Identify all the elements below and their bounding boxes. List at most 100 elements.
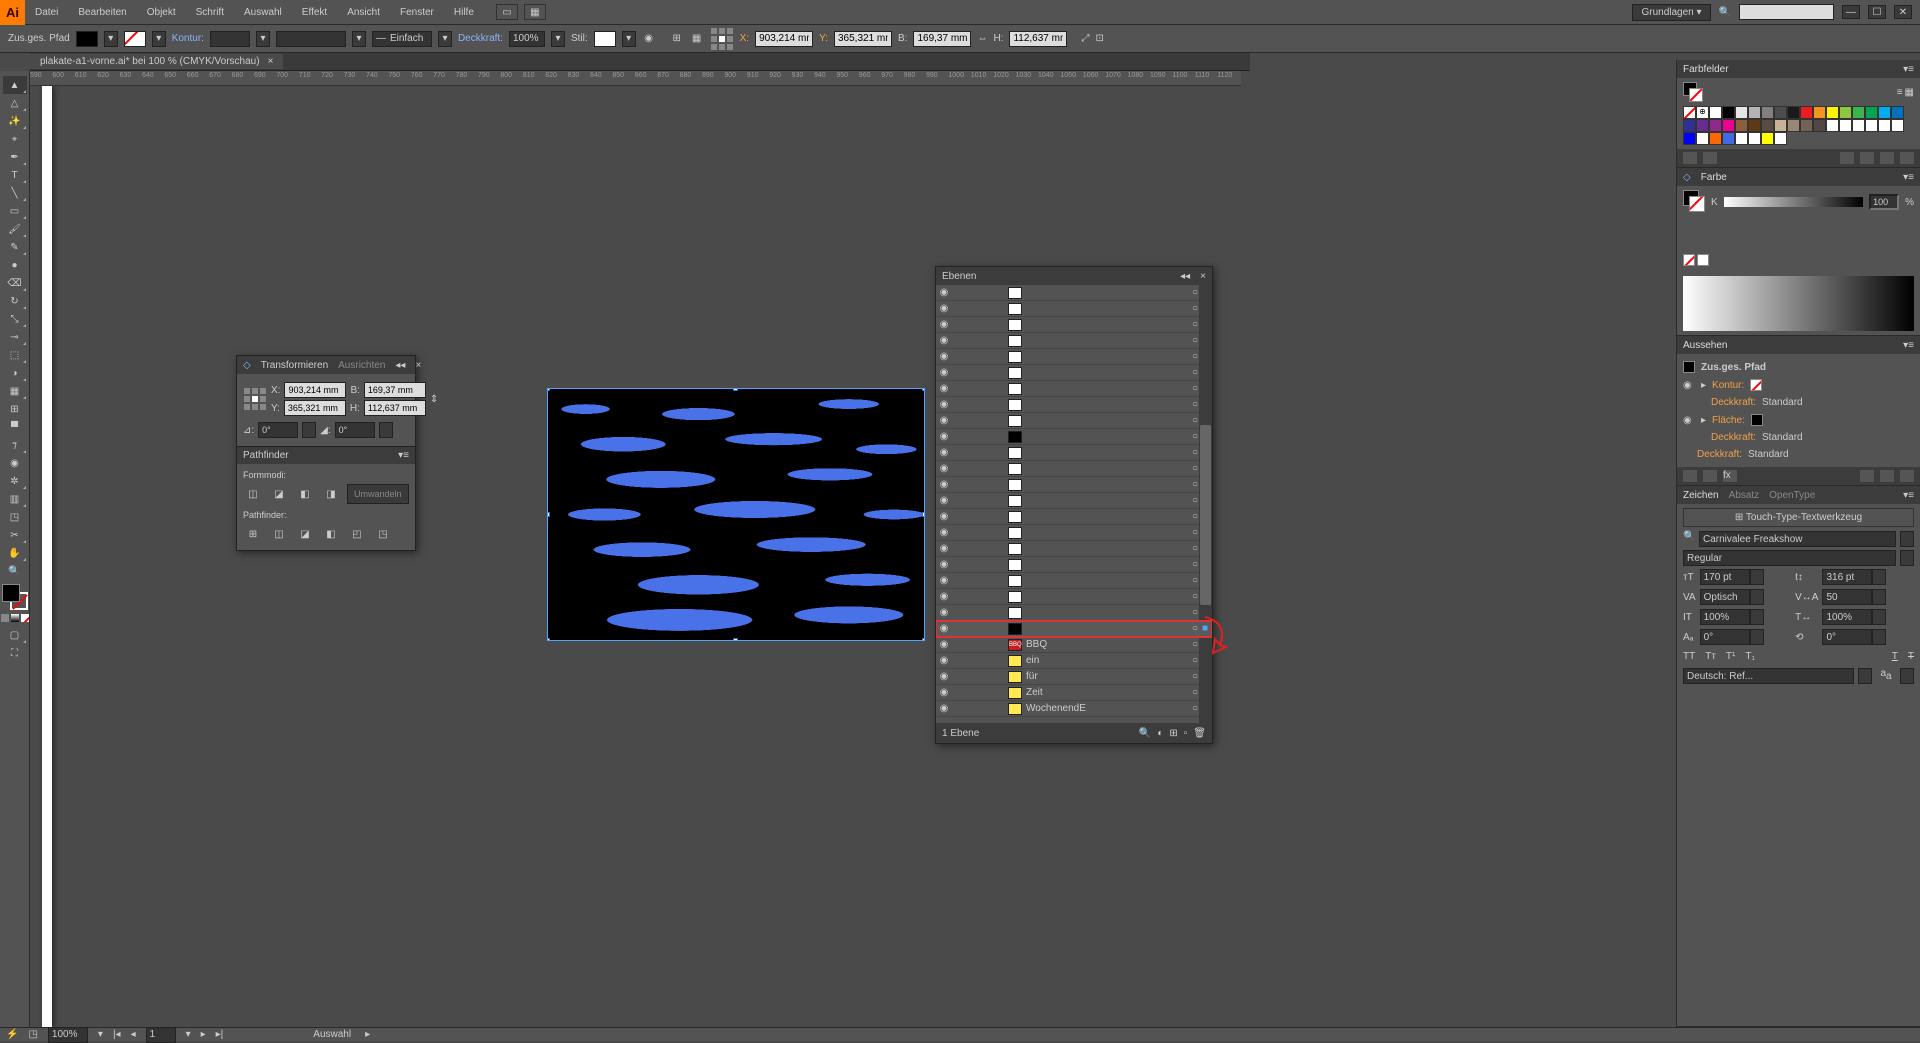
style-dd[interactable]	[1900, 550, 1914, 566]
visibility-icon[interactable]: ◉	[936, 655, 952, 666]
paintbrush-tool[interactable]: 🖌	[3, 220, 27, 238]
reference-point-panel[interactable]	[243, 387, 267, 411]
perspective-grid-tool[interactable]: ▦	[3, 382, 27, 400]
opacity-input[interactable]	[509, 31, 545, 47]
reference-point[interactable]	[710, 27, 734, 51]
panel-collapse-icon[interactable]: ◂◂	[1180, 271, 1190, 282]
angle-dd[interactable]	[302, 422, 316, 438]
swatch[interactable]	[1774, 132, 1787, 145]
layer-row[interactable]: ◉BBQBBQ○	[936, 637, 1212, 653]
new-fill-icon[interactable]	[1703, 470, 1717, 482]
panel-menu-icon[interactable]: ▾≡	[1903, 490, 1914, 501]
tracking-input[interactable]	[1822, 589, 1872, 605]
k-input[interactable]	[1869, 194, 1899, 210]
tab-appearance[interactable]: Aussehen	[1683, 340, 1727, 351]
artboard-tool[interactable]: ◳	[3, 508, 27, 526]
swatch[interactable]	[1826, 106, 1839, 119]
swatch[interactable]	[1774, 106, 1787, 119]
panel-menu-icon[interactable]: ▾≡	[1903, 340, 1914, 351]
delete-item-icon[interactable]	[1900, 470, 1914, 482]
none-color-icon[interactable]	[1683, 254, 1695, 266]
rectangle-tool[interactable]: ▭	[3, 202, 27, 220]
tab-layers[interactable]: Ebenen	[942, 271, 976, 282]
layer-row[interactable]: ◉○	[936, 397, 1212, 413]
screen-mode-icon[interactable]: ⛶	[3, 644, 27, 662]
blob-brush-tool[interactable]: ●	[3, 256, 27, 274]
delete-swatch-icon[interactable]	[1900, 152, 1914, 164]
layer-row[interactable]: ◉○	[936, 333, 1212, 349]
delete-layer-icon[interactable]: 🗑	[1193, 728, 1206, 739]
minus-front-icon[interactable]: ◪	[269, 484, 289, 504]
h-input[interactable]	[1009, 31, 1067, 47]
thumb-view-icon[interactable]: ▦	[1905, 87, 1914, 98]
trim-icon[interactable]: ◫	[269, 524, 289, 544]
stroke-dropdown[interactable]: ▾	[152, 31, 166, 47]
layer-row[interactable]: ◉○	[936, 349, 1212, 365]
baseline-input[interactable]	[1700, 629, 1750, 645]
layer-row[interactable]: ◉○	[936, 317, 1212, 333]
hscale-dd[interactable]	[1872, 609, 1886, 625]
size-dd[interactable]	[1750, 569, 1764, 585]
menu-hilfe[interactable]: Hilfe	[444, 0, 484, 25]
link-wh-icon[interactable]: ⇔	[977, 33, 987, 44]
brush-def-dd[interactable]: ▾	[352, 31, 366, 47]
layer-row[interactable]: ◉○	[936, 477, 1212, 493]
pathfinder-panel-header[interactable]: Pathfinder ▾≡	[237, 446, 415, 464]
color-mode-icon[interactable]	[1, 614, 9, 622]
visibility-icon[interactable]: ◉	[936, 671, 952, 682]
swatch[interactable]	[1761, 132, 1774, 145]
status-menu-icon[interactable]: ▸	[365, 1029, 370, 1040]
maximize-button[interactable]: ☐	[1868, 5, 1886, 19]
fill-swatch[interactable]	[76, 31, 98, 47]
visibility-icon[interactable]: ◉	[936, 335, 952, 346]
visibility-icon[interactable]: ◉	[936, 479, 952, 490]
aa-dd[interactable]	[1900, 668, 1914, 684]
font-dd[interactable]	[1900, 531, 1914, 547]
panel-menu-icon[interactable]: ▾≡	[398, 450, 409, 461]
unite-icon[interactable]: ◫	[243, 484, 263, 504]
add-effect-icon[interactable]: fx	[1723, 470, 1737, 482]
swatch[interactable]	[1709, 132, 1722, 145]
small-caps-icon[interactable]: Tᴛ	[1705, 651, 1716, 662]
layer-row[interactable]: ◉○	[936, 541, 1212, 557]
tab-pathfinder[interactable]: Pathfinder	[243, 450, 289, 461]
crop-icon[interactable]: ◧	[321, 524, 341, 544]
fill-row-label[interactable]: Fläche:	[1712, 415, 1745, 426]
swatch[interactable]	[1839, 106, 1852, 119]
panel-close-icon[interactable]: ×	[415, 360, 421, 371]
slice-tool[interactable]: ✂	[3, 526, 27, 544]
kerning-dd[interactable]	[1750, 589, 1764, 605]
shape-icon[interactable]: ▦	[690, 33, 704, 44]
magic-wand-tool[interactable]: ✨	[3, 112, 27, 130]
tab-color[interactable]: Farbe	[1701, 172, 1727, 183]
show-swatch-kinds-icon[interactable]	[1703, 152, 1717, 164]
line-tool[interactable]: ╲	[3, 184, 27, 202]
visibility-icon[interactable]: ◉	[936, 607, 952, 618]
pen-tool[interactable]: ✒	[3, 148, 27, 166]
zoom-dd[interactable]: ▾	[98, 1029, 103, 1040]
menu-objekt[interactable]: Objekt	[137, 0, 186, 25]
visibility-icon[interactable]: ◉	[936, 639, 952, 650]
new-color-group-icon[interactable]	[1860, 152, 1874, 164]
layer-row[interactable]: ◉○■	[936, 621, 1212, 637]
visibility-icon[interactable]: ◉	[936, 687, 952, 698]
eraser-tool[interactable]: ⌫	[3, 274, 27, 292]
leading-dd[interactable]	[1872, 569, 1886, 585]
merge-icon[interactable]: ◪	[295, 524, 315, 544]
lang-dd[interactable]	[1858, 668, 1872, 684]
swatch[interactable]	[1722, 132, 1735, 145]
visibility-icon[interactable]: ◉	[936, 591, 952, 602]
tab-swatches[interactable]: Farbfelder	[1683, 64, 1729, 75]
swatch[interactable]	[1683, 119, 1696, 132]
white-color-icon[interactable]	[1697, 254, 1709, 266]
visibility-icon[interactable]: ◉	[936, 319, 952, 330]
swatch[interactable]	[1735, 106, 1748, 119]
new-stroke-icon[interactable]	[1683, 470, 1697, 482]
brush-def-input[interactable]	[276, 31, 346, 47]
new-layer-icon[interactable]: ▫	[1184, 728, 1188, 739]
visibility-icon[interactable]: ◉	[936, 367, 952, 378]
swatch[interactable]	[1800, 106, 1813, 119]
superscript-icon[interactable]: T¹	[1726, 651, 1735, 662]
menu-bearbeiten[interactable]: Bearbeiten	[68, 0, 136, 25]
shear-dd[interactable]	[379, 422, 393, 438]
